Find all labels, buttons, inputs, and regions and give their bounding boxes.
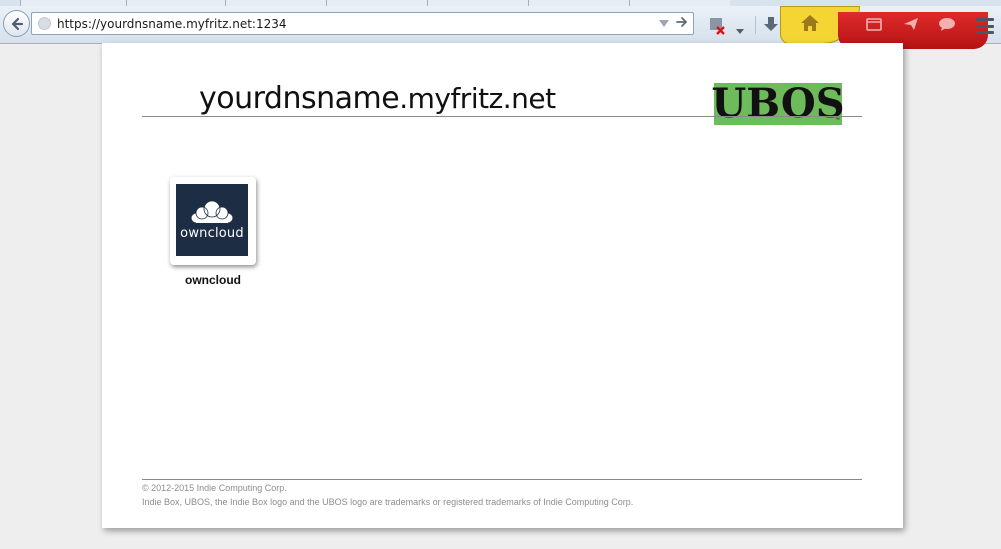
chat-icon[interactable] — [938, 17, 956, 37]
hamburger-menu-icon[interactable] — [976, 18, 994, 34]
owncloud-icon[interactable]: owncloud — [176, 184, 248, 256]
site-title: yourdnsname.myfritz.net — [199, 81, 556, 116]
footer-divider — [142, 479, 862, 480]
toolbar-separator — [755, 16, 756, 34]
ubos-logo[interactable]: UBOS ™ — [711, 80, 845, 127]
site-host-prefix: yourdnsname — [199, 81, 400, 116]
navigation-toolbar: https://yourdnsname.myfritz.net:1234 — [0, 6, 1001, 49]
url-bar[interactable]: https://yourdnsname.myfritz.net:1234 — [31, 12, 694, 35]
owncloud-icon-text: owncloud — [180, 225, 244, 241]
globe-icon[interactable] — [38, 17, 51, 30]
ubos-logo-text: UBOS — [711, 80, 845, 127]
app-label-owncloud[interactable]: owncloud — [159, 273, 267, 287]
chevron-down-icon[interactable] — [659, 20, 669, 27]
cloud-icon — [191, 200, 233, 223]
footer-copyright: © 2012-2015 Indie Computing Corp. — [142, 483, 287, 493]
ubos-logo-tm: ™ — [835, 117, 840, 123]
back-arrow-icon — [11, 17, 23, 30]
footer-trademark: Indie Box, UBOS, the Indie Box logo and … — [142, 497, 634, 507]
page-content: yourdnsname.myfritz.net UBOS ™ owncloud … — [102, 43, 903, 528]
home-icon[interactable] — [800, 14, 820, 37]
addon-blocked-icon[interactable] — [707, 16, 727, 41]
send-icon[interactable] — [903, 17, 919, 36]
go-arrow-icon[interactable] — [676, 15, 688, 31]
site-host-suffix: .myfritz.net — [399, 82, 556, 115]
back-button[interactable] — [3, 10, 30, 37]
url-text[interactable]: https://yourdnsname.myfritz.net:1234 — [57, 17, 286, 31]
download-icon[interactable] — [763, 16, 779, 39]
addon-dropdown-icon[interactable] — [736, 22, 744, 40]
bookmarks-icon[interactable] — [866, 17, 882, 36]
header-divider — [142, 116, 862, 117]
app-tile-owncloud[interactable]: owncloud — [170, 177, 256, 265]
